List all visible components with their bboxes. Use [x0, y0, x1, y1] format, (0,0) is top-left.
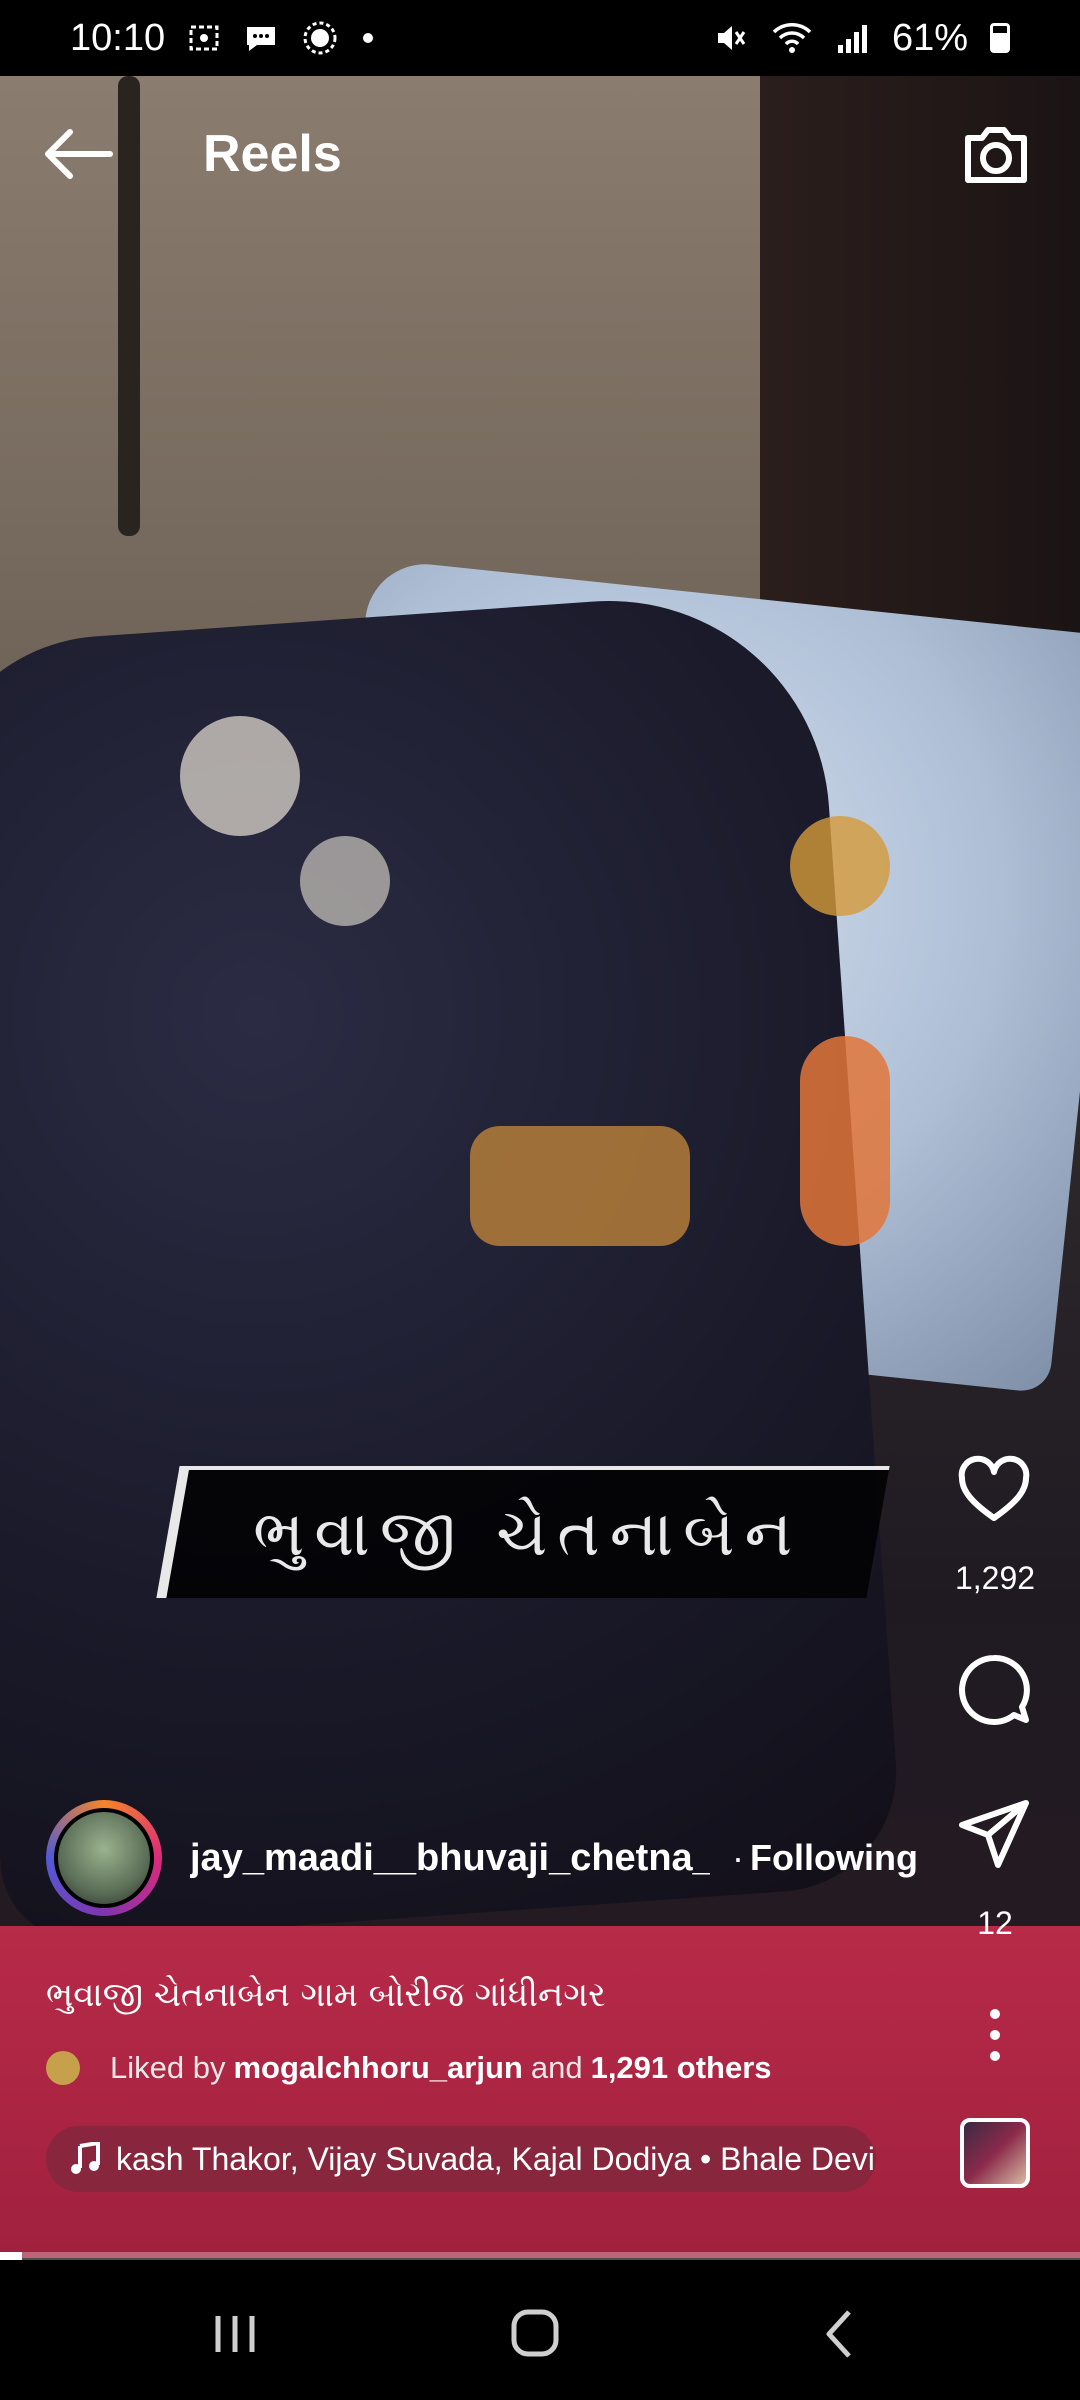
status-right: 61%	[712, 17, 1010, 60]
video-pattern	[300, 836, 390, 926]
battery-icon	[990, 23, 1010, 53]
username[interactable]: jay_maadi__bhuvaji_chetna_...	[190, 1837, 710, 1880]
video-pattern	[800, 1036, 890, 1246]
page-title: Reels	[203, 125, 342, 183]
status-left: 10:10	[70, 17, 375, 60]
liked-by[interactable]: Liked by mogalchhoru_arjun and 1,291 oth…	[46, 2050, 780, 2086]
following-button[interactable]: Following	[750, 1837, 918, 1879]
like-count[interactable]: 1,292	[930, 1560, 1060, 1597]
battery-percent: 61%	[891, 16, 968, 59]
video-overlay-text: ભુવાજી ચેતનાબેન	[156, 1466, 890, 1598]
author-row: jay_maadi__bhuvaji_chetna_... · Followin…	[46, 1800, 918, 1916]
avatar-image	[54, 1808, 154, 1908]
video-overlay-label: ભુવાજી ચેતનાબેન	[253, 1497, 803, 1571]
audio-track[interactable]: kash Thakor, Vijay Suvada, Kajal Dodiya …	[46, 2126, 876, 2192]
recent-apps-icon[interactable]	[200, 2302, 270, 2366]
video-dark-cloth	[0, 586, 905, 1946]
status-bar: 10:10 61%	[0, 0, 1080, 76]
camera-icon[interactable]	[958, 116, 1034, 192]
signal-icon	[837, 25, 867, 53]
status-time: 10:10	[70, 16, 166, 59]
avatar[interactable]	[46, 1800, 162, 1916]
share-icon[interactable]	[954, 1795, 1034, 1875]
audio-thumbnail[interactable]	[960, 2118, 1030, 2188]
audio-title: kash Thakor, Vijay Suvada, Kajal Dodiya …	[116, 2140, 875, 2177]
system-nav-bar	[0, 2266, 1080, 2400]
screen-record-icon	[189, 25, 219, 51]
message-icon	[247, 27, 276, 51]
wifi-icon	[772, 23, 812, 53]
reel-video[interactable]	[0, 76, 1080, 2258]
brightness-icon	[303, 21, 337, 55]
heart-icon[interactable]	[954, 1450, 1034, 1530]
video-pattern	[790, 816, 890, 916]
reels-header: Reels	[0, 76, 1080, 236]
back-icon[interactable]	[805, 2302, 875, 2366]
comment-icon[interactable]	[954, 1650, 1034, 1730]
separator-dot: ·	[732, 1837, 744, 1878]
dot-icon	[363, 33, 374, 43]
liked-by-others[interactable]: 1,291 others	[591, 2050, 772, 2086]
music-note-icon	[71, 2142, 100, 2174]
more-options-icon[interactable]	[960, 2000, 1030, 2070]
video-pattern	[470, 1126, 690, 1246]
arrow-left-icon[interactable]	[40, 124, 116, 184]
video-pattern	[180, 716, 300, 836]
home-icon[interactable]	[500, 2302, 570, 2366]
liked-by-prefix: Liked by	[110, 2050, 226, 2085]
liked-by-and: and	[530, 2050, 583, 2085]
share-count: 12	[977, 1905, 1013, 1941]
liker-avatar	[46, 2051, 80, 2085]
post-caption[interactable]: ભુવાજી ચેતનાબેન ગામ બોરીજ ગાંધીનગર	[46, 1975, 606, 2015]
mute-icon	[717, 26, 746, 50]
playback-progress[interactable]	[0, 2252, 1080, 2260]
liked-by-user[interactable]: mogalchhoru_arjun	[233, 2050, 522, 2086]
progress-fill	[0, 2252, 22, 2260]
